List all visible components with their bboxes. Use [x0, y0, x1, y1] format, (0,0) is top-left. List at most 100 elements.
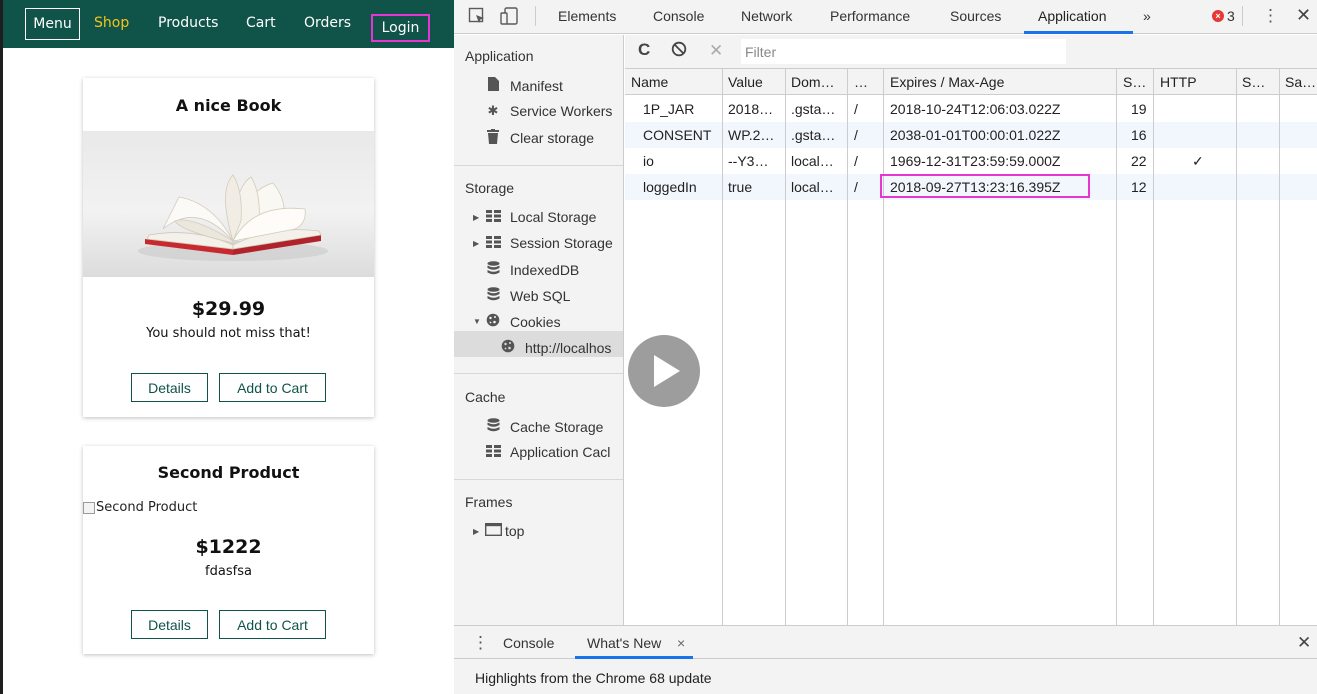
expand-arrow-icon[interactable]: ▶ — [473, 213, 483, 222]
table-row[interactable]: 1P_JAR 2018… .gsta… / 2018-10-24T12:06:0… — [625, 96, 1317, 122]
sidebar-item-cookies[interactable]: ▼ Cookies — [473, 313, 561, 330]
inspect-element-icon[interactable] — [468, 7, 486, 29]
tab-console[interactable]: Console — [653, 8, 704, 24]
cell-value: 2018… — [728, 101, 774, 117]
cell-name: io — [643, 153, 654, 169]
sidebar-divider — [454, 165, 623, 166]
sidebar-item-web-sql[interactable]: Web SQL — [485, 287, 570, 304]
sidebar-item-frame-top[interactable]: ▶ top — [473, 522, 525, 539]
cell-domain: .gsta… — [791, 101, 836, 117]
column-divider[interactable] — [847, 69, 848, 625]
product-price: $1222 — [195, 536, 262, 558]
refresh-icon[interactable]: C — [638, 40, 650, 60]
column-divider[interactable] — [785, 69, 786, 625]
nav-link-login[interactable]: Login — [371, 14, 430, 42]
column-header-secure[interactable]: S… — [1242, 74, 1265, 90]
sidebar-item-cache-storage[interactable]: Cache Storage — [485, 418, 603, 435]
trash-icon — [485, 129, 501, 147]
product-card: Second Product Second Product $1222 fdas… — [83, 446, 374, 654]
sidebar-item-label: Cache Storage — [510, 418, 604, 435]
sidebar-item-label: Cookies — [510, 313, 561, 330]
add-to-cart-button[interactable]: Add to Cart — [219, 373, 326, 402]
play-button[interactable] — [628, 335, 700, 407]
sidebar-item-local-storage[interactable]: ▶ Local Storage — [473, 209, 596, 225]
filter-input[interactable] — [741, 39, 1066, 64]
nav-link-cart[interactable]: Cart — [246, 15, 276, 31]
drawer-tab-whats-new[interactable]: What's New — [587, 635, 661, 651]
column-divider[interactable] — [883, 69, 884, 625]
close-devtools-icon[interactable]: ✕ — [1296, 5, 1311, 26]
nav-link-products[interactable]: Products — [158, 15, 218, 31]
add-to-cart-button[interactable]: Add to Cart — [219, 610, 326, 639]
cell-expires: 2038-01-01T00:00:01.022Z — [890, 127, 1061, 143]
cell-name: 1P_JAR — [643, 101, 695, 117]
cell-size: 16 — [1131, 127, 1147, 143]
table-row[interactable]: io --Y3… local… / 1969-12-31T23:59:59.00… — [625, 148, 1317, 174]
column-header-value[interactable]: Value — [728, 74, 763, 90]
column-divider[interactable] — [1279, 69, 1280, 625]
product-title: A nice Book — [175, 96, 282, 115]
nav-link-shop[interactable]: Shop — [94, 15, 129, 31]
device-toolbar-icon[interactable] — [500, 7, 520, 29]
sidebar-item-manifest[interactable]: Manifest — [485, 77, 563, 94]
collapse-arrow-icon[interactable]: ▼ — [473, 317, 483, 326]
column-header-domain[interactable]: Dom… — [791, 74, 835, 90]
menu-button[interactable]: Menu — [25, 8, 80, 40]
sidebar-item-application-cache[interactable]: Application Cacl — [485, 444, 610, 460]
sidebar-item-indexeddb[interactable]: IndexedDB — [485, 261, 579, 278]
more-tabs-button[interactable]: » — [1143, 8, 1151, 24]
sidebar-item-label: Service Workers — [510, 103, 613, 119]
column-header-http[interactable]: HTTP — [1160, 74, 1197, 90]
column-divider[interactable] — [1116, 69, 1117, 625]
details-button[interactable]: Details — [131, 610, 208, 639]
file-icon — [485, 77, 501, 94]
clear-all-icon[interactable] — [671, 41, 687, 62]
sidebar-item-service-workers[interactable]: ✱ Service Workers — [485, 103, 613, 119]
column-header-expires[interactable]: Expires / Max-Age — [890, 74, 1004, 90]
cell-path: / — [854, 101, 858, 117]
error-counter[interactable]: × 3 — [1212, 8, 1235, 24]
close-tab-icon[interactable]: × — [677, 635, 685, 651]
error-icon: × — [1212, 10, 1224, 22]
column-header-samesite[interactable]: Sa… — [1285, 74, 1316, 90]
expand-arrow-icon[interactable]: ▶ — [473, 527, 483, 536]
grid-icon — [485, 235, 501, 251]
column-header-path[interactable]: … — [854, 74, 868, 90]
database-icon — [485, 418, 501, 435]
gear-icon: ✱ — [487, 103, 499, 118]
sidebar-item-label: top — [505, 523, 525, 539]
sidebar-item-label: Local Storage — [510, 209, 597, 225]
table-row[interactable]: CONSENT WP.2… .gsta… / 2038-01-01T00:00:… — [625, 122, 1317, 148]
sidebar-item-session-storage[interactable]: ▶ Session Storage — [473, 235, 613, 251]
nav-link-orders[interactable]: Orders — [304, 15, 351, 31]
sidebar-item-cookie-origin[interactable]: http://localhos — [500, 339, 611, 356]
close-drawer-icon[interactable]: ✕ — [1297, 633, 1311, 653]
error-count: 3 — [1227, 8, 1235, 24]
sidebar-item-label: Session Storage — [510, 235, 613, 251]
tab-performance[interactable]: Performance — [830, 8, 910, 24]
sidebar-item-label: Application Cacl — [510, 444, 611, 460]
drawer-menu-icon[interactable]: ⋮ — [472, 633, 489, 653]
column-divider[interactable] — [1236, 69, 1237, 625]
column-divider[interactable] — [1153, 69, 1154, 625]
kebab-menu-icon[interactable]: ⋮ — [1262, 6, 1279, 26]
delete-selected-icon[interactable]: ✕ — [709, 41, 723, 61]
image-alt-text: Second Product — [96, 500, 198, 515]
main-header: Menu Shop Products Cart Orders Login — [3, 0, 454, 48]
column-header-name[interactable]: Name — [631, 74, 668, 90]
sidebar-header-application: Application — [465, 48, 534, 64]
tab-network[interactable]: Network — [741, 8, 792, 24]
drawer-tab-console[interactable]: Console — [503, 635, 554, 651]
sidebar-item-clear-storage[interactable]: Clear storage — [485, 129, 594, 147]
tab-application[interactable]: Application — [1038, 8, 1107, 24]
sidebar-header-frames: Frames — [465, 494, 513, 510]
column-divider[interactable] — [722, 69, 723, 625]
cell-expires: 1969-12-31T23:59:59.000Z — [890, 153, 1061, 169]
open-book-illustration — [138, 174, 328, 261]
expand-arrow-icon[interactable]: ▶ — [473, 239, 483, 248]
details-button[interactable]: Details — [131, 373, 208, 402]
tab-elements[interactable]: Elements — [558, 8, 616, 24]
column-header-size[interactable]: S… — [1123, 74, 1146, 90]
tab-sources[interactable]: Sources — [950, 8, 1001, 24]
product-image-broken: Second Product — [83, 500, 197, 515]
